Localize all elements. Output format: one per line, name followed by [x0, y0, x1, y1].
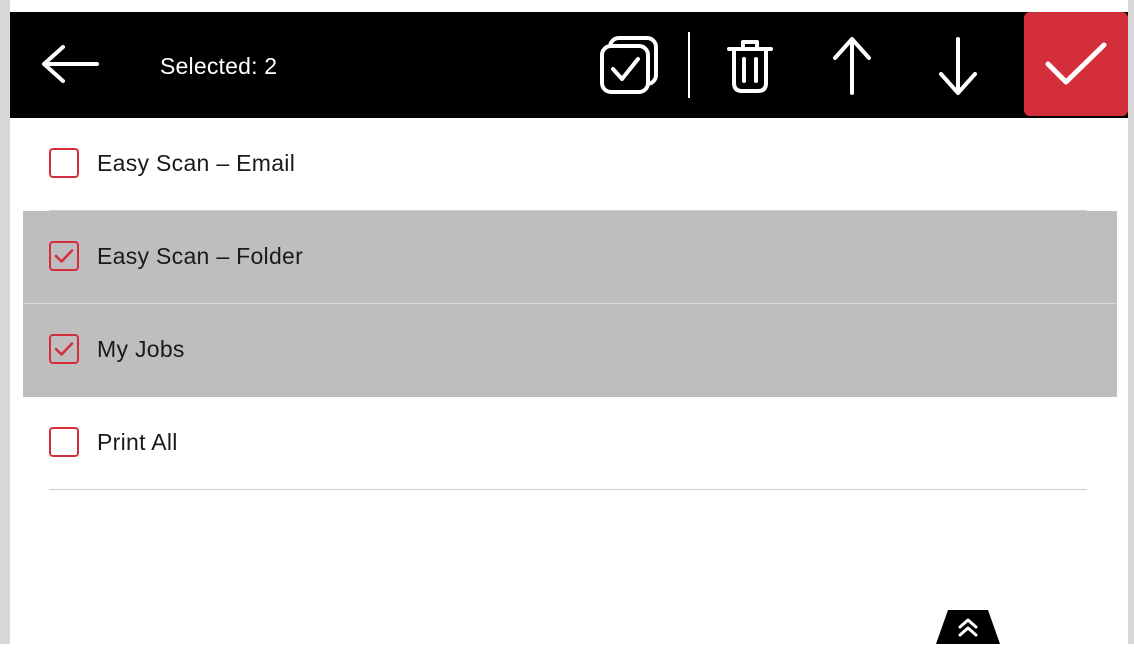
back-button[interactable]	[34, 34, 106, 94]
list-item-my-jobs[interactable]: My Jobs	[23, 304, 1117, 397]
delete-button[interactable]	[714, 30, 786, 102]
trash-icon	[727, 40, 773, 93]
arrow-left-icon	[42, 45, 99, 83]
top-bezel	[0, 0, 1134, 12]
double-chevron-up-icon	[936, 610, 1000, 644]
arrow-up-icon	[833, 37, 871, 95]
list-item-label: Easy Scan – Folder	[97, 243, 304, 269]
checkbox-checked[interactable]	[49, 334, 79, 364]
check-icon	[54, 249, 74, 263]
checkbox-unchecked[interactable]	[49, 148, 79, 178]
row-divider	[49, 489, 1087, 490]
select-all-button[interactable]	[594, 30, 666, 102]
workflow-list: Easy Scan – Email Easy Scan – Folder My …	[23, 118, 1117, 490]
selected-count-label: Selected: 2	[160, 53, 278, 79]
list-item-easy-scan-email[interactable]: Easy Scan – Email	[23, 118, 1117, 211]
move-up-button[interactable]	[816, 30, 888, 102]
toolbar-divider	[688, 32, 690, 98]
checkbox-checked[interactable]	[49, 241, 79, 271]
move-down-button[interactable]	[922, 30, 994, 102]
list-item-label: Easy Scan – Email	[97, 150, 296, 176]
expand-panel-handle[interactable]	[936, 610, 1000, 650]
list-item-print-all[interactable]: Print All	[23, 397, 1117, 490]
select-all-icon	[600, 36, 658, 94]
list-item-label: Print All	[97, 429, 178, 455]
left-bezel	[0, 0, 10, 644]
check-icon	[54, 342, 74, 356]
header-bar: Selected: 2	[10, 12, 1128, 118]
right-bezel	[1128, 0, 1134, 644]
arrow-down-icon	[939, 37, 977, 95]
checkbox-unchecked[interactable]	[49, 427, 79, 457]
list-item-easy-scan-folder[interactable]: Easy Scan – Folder	[23, 211, 1117, 304]
list-item-label: My Jobs	[97, 336, 185, 362]
checkmark-icon	[1045, 42, 1107, 85]
confirm-button[interactable]	[1024, 12, 1128, 116]
